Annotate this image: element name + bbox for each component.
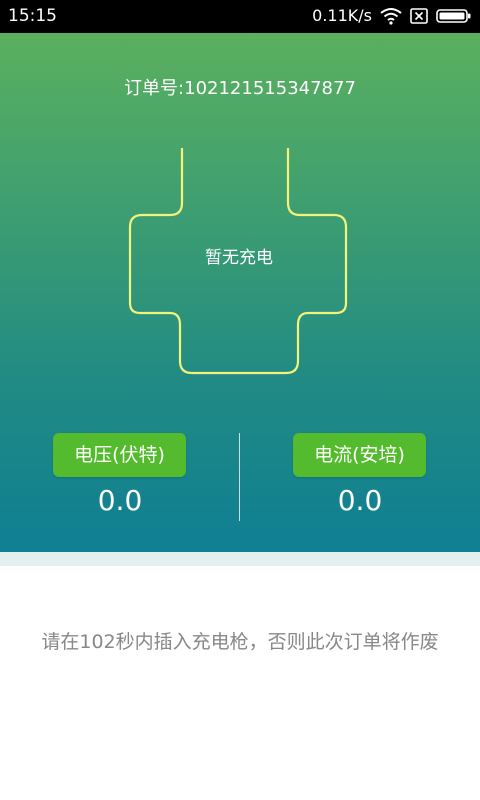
status-icons: 0.11K/s xyxy=(312,5,472,27)
current-button[interactable]: 电流(安培) xyxy=(293,433,426,477)
wifi-icon xyxy=(380,8,402,25)
current-value: 0.0 xyxy=(337,484,383,517)
insert-gun-notice: 请在102秒内插入充电枪，否则此次订单将作废 xyxy=(41,631,439,653)
status-bar: 15:15 0.11K/s xyxy=(0,0,480,33)
panel-bottom-strip xyxy=(0,552,480,566)
metric-divider xyxy=(239,433,240,521)
charging-panel: 订单号:102121515347877 暂无充电 电压(伏特) 0.0 电流(安… xyxy=(0,33,480,552)
status-time: 15:15 xyxy=(8,6,57,26)
voltage-value: 0.0 xyxy=(97,484,143,517)
battery-icon xyxy=(436,9,471,23)
voltage-button[interactable]: 电压(伏特) xyxy=(53,433,186,477)
charging-status: 暂无充电 xyxy=(205,248,273,268)
sim-none-icon xyxy=(410,8,428,24)
network-speed: 0.11K/s xyxy=(312,6,372,25)
